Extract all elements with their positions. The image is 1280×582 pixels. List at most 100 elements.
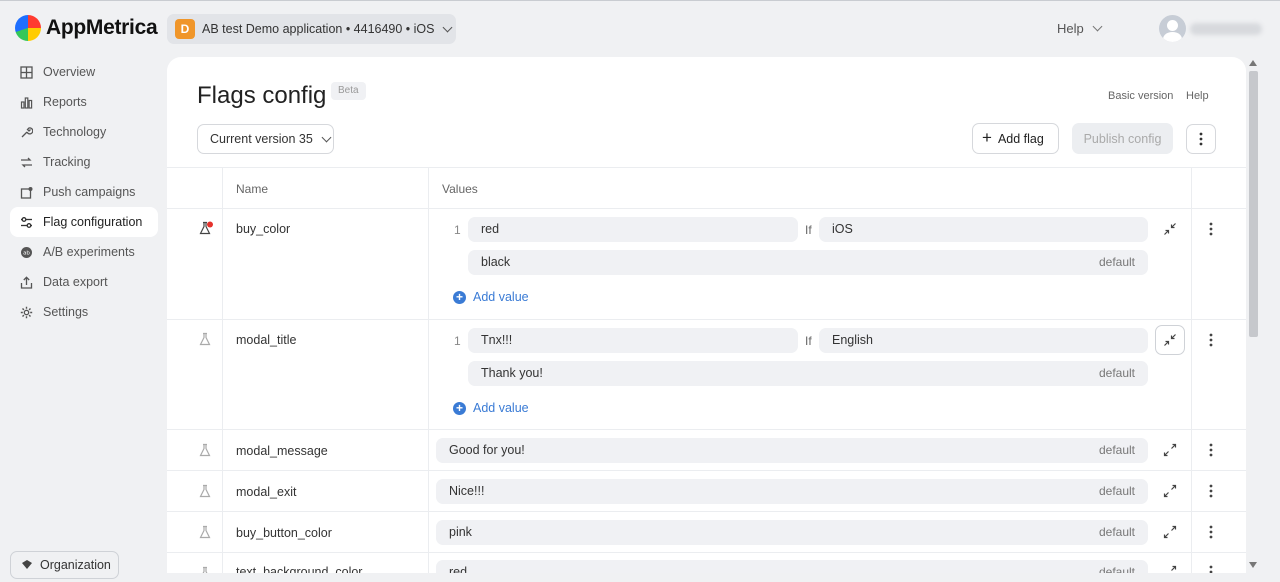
- add-flag-button[interactable]: + Add flag: [972, 123, 1059, 154]
- kebab-icon: [1209, 333, 1213, 347]
- condition-selector[interactable]: iOS: [819, 217, 1148, 242]
- flag-value-input[interactable]: Good for you! default: [436, 438, 1148, 463]
- basic-version-link[interactable]: Basic version: [1108, 90, 1173, 102]
- sidebar-item-label: Technology: [43, 125, 107, 139]
- add-value-label: Add value: [473, 290, 529, 304]
- sidebar-item-flag-configuration[interactable]: Flag configuration: [10, 207, 158, 237]
- flask-alert-icon: [199, 221, 213, 235]
- flask-icon: [199, 484, 211, 498]
- condition-value-input[interactable]: red: [468, 217, 798, 242]
- flag-name: modal_exit: [236, 485, 297, 499]
- add-value-button[interactable]: + Add value: [453, 290, 529, 304]
- expand-button[interactable]: [1156, 558, 1184, 573]
- row-divider: [167, 319, 1246, 320]
- sidebar-item-tracking[interactable]: Tracking: [10, 147, 158, 177]
- sidebar-item-label: Overview: [43, 65, 96, 79]
- condition-value: red: [481, 222, 500, 236]
- collapse-button[interactable]: [1156, 215, 1184, 243]
- page-title: Flags config: [197, 82, 327, 109]
- organization-label: Organization: [40, 558, 111, 572]
- flag-value: red: [449, 565, 468, 573]
- condition-value-input[interactable]: Tnx!!!: [468, 328, 798, 353]
- sidebar-item-overview[interactable]: Overview: [10, 57, 158, 87]
- kebab-icon: [1209, 525, 1213, 539]
- more-options-button[interactable]: [1186, 124, 1216, 154]
- expand-button[interactable]: [1156, 436, 1184, 464]
- condition-selector[interactable]: English: [819, 328, 1148, 353]
- appmetrica-logo[interactable]: AppMetrica: [15, 15, 158, 41]
- chevron-down-icon: [1092, 21, 1103, 32]
- sidebar-item-technology[interactable]: Technology: [10, 117, 158, 147]
- row-menu-button[interactable]: [1204, 564, 1218, 573]
- sidebar-item-settings[interactable]: Settings: [10, 297, 158, 327]
- expand-icon: [1171, 565, 1177, 571]
- collapse-button[interactable]: [1155, 325, 1185, 355]
- expand-button[interactable]: [1156, 518, 1184, 546]
- condition-name: English: [832, 333, 873, 347]
- scroll-down-arrow-icon[interactable]: [1249, 562, 1257, 568]
- flag-value-input[interactable]: red default: [436, 560, 1148, 573]
- if-label: If: [805, 334, 812, 348]
- help-menu[interactable]: Help: [1057, 21, 1103, 36]
- grid-icon: [20, 65, 33, 79]
- default-value-input[interactable]: black default: [468, 250, 1148, 275]
- collapse-icon: [1164, 334, 1176, 346]
- svg-text:ab: ab: [23, 250, 30, 256]
- flag-value-input[interactable]: Nice!!! default: [436, 479, 1148, 504]
- sidebar-item-reports[interactable]: Reports: [10, 87, 158, 117]
- condition-index: 1: [454, 223, 461, 237]
- organization-button[interactable]: Organization: [10, 551, 119, 579]
- sidebar-item-label: A/B experiments: [43, 245, 135, 259]
- row-menu-button[interactable]: [1204, 483, 1218, 499]
- default-label: default: [1098, 565, 1135, 573]
- row-menu-button[interactable]: [1204, 442, 1218, 458]
- expand-icon: [1163, 443, 1177, 457]
- table-header-border: [167, 208, 1246, 209]
- sidebar-item-push-campaigns[interactable]: Push campaigns: [10, 177, 158, 207]
- default-value-input[interactable]: Thank you! default: [468, 361, 1148, 386]
- flask-icon: [199, 525, 211, 539]
- sidebar-item-label: Settings: [43, 305, 89, 319]
- sidebar-item-ab-experiments[interactable]: ab A/B experiments: [10, 237, 158, 267]
- sliders-icon: [20, 216, 33, 229]
- expand-button[interactable]: [1156, 477, 1184, 505]
- scrollbar-thumb[interactable]: [1249, 71, 1258, 337]
- column-header-values: Values: [442, 182, 478, 196]
- publish-config-label: Publish config: [1083, 131, 1162, 146]
- application-selector-label: AB test Demo application • 4416490 • iOS: [202, 22, 435, 36]
- column-divider: [1191, 167, 1192, 573]
- chevron-down-icon: [442, 22, 452, 32]
- publish-config-button[interactable]: Publish config: [1072, 123, 1173, 154]
- flask-icon: [202, 566, 208, 573]
- add-value-button[interactable]: + Add value: [453, 401, 529, 415]
- condition-name: iOS: [832, 222, 853, 236]
- default-value: Thank you!: [481, 366, 543, 380]
- kebab-icon: [1209, 222, 1213, 236]
- flag-value: pink: [449, 525, 472, 539]
- kebab-icon: [1209, 484, 1213, 498]
- avatar[interactable]: [1159, 15, 1186, 42]
- row-menu-button[interactable]: [1204, 221, 1218, 237]
- default-label: default: [1098, 443, 1135, 457]
- version-selector[interactable]: Current version 35: [197, 124, 334, 154]
- if-label: If: [805, 223, 812, 237]
- sidebar-item-label: Reports: [43, 95, 87, 109]
- row-divider: [167, 511, 1246, 512]
- flag-value: Good for you!: [449, 443, 525, 457]
- user-name-redacted[interactable]: [1190, 23, 1262, 35]
- help-link[interactable]: Help: [1186, 90, 1209, 102]
- row-divider: [167, 470, 1246, 471]
- application-selector[interactable]: D AB test Demo application • 4416490 • i…: [167, 14, 456, 44]
- sidebar-item-data-export[interactable]: Data export: [10, 267, 158, 297]
- plus-circle-icon: +: [453, 401, 466, 415]
- flags-config-panel: Flags config Beta Basic version Help Cur…: [167, 57, 1246, 573]
- row-divider: [167, 429, 1246, 430]
- app-name: AppMetrica: [46, 16, 158, 39]
- organization-icon: [20, 559, 33, 572]
- row-divider: [167, 552, 1246, 553]
- version-selector-label: Current version 35: [210, 132, 313, 146]
- row-menu-button[interactable]: [1204, 524, 1218, 540]
- scroll-up-arrow-icon[interactable]: [1249, 60, 1257, 66]
- flag-value-input[interactable]: pink default: [436, 520, 1148, 545]
- row-menu-button[interactable]: [1204, 332, 1218, 348]
